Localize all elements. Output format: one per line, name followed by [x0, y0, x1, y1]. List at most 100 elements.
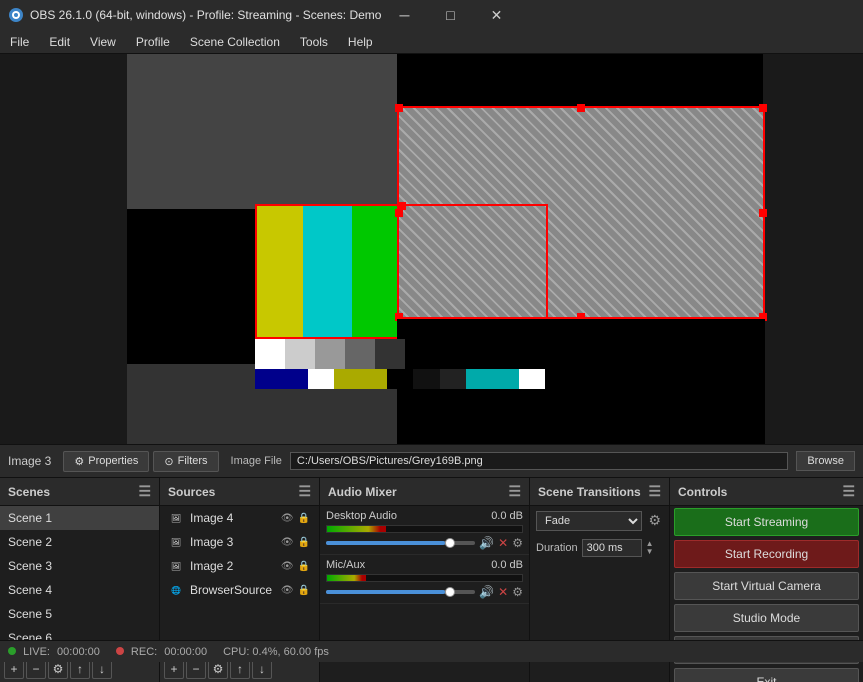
audio-db-value: 0.0 dB: [491, 559, 523, 571]
controls-config-icon[interactable]: ☰: [842, 483, 855, 500]
gear-icon: ⚙: [74, 455, 84, 468]
source-item-image-3[interactable]: 🖼 Image 3 👁🔒: [160, 530, 319, 554]
exit-button[interactable]: Exit: [674, 668, 859, 682]
maximize-button[interactable]: □: [427, 0, 473, 30]
preview-area: [0, 54, 863, 444]
source-item-image-2[interactable]: 🖼 Image 2 👁🔒: [160, 554, 319, 578]
menu-view[interactable]: View: [80, 30, 126, 54]
lock-toggle[interactable]: 🔒: [297, 584, 311, 597]
titlebar: OBS 26.1.0 (64-bit, windows) - Profile: …: [0, 0, 863, 30]
statusbar: LIVE: 00:00:00 REC: 00:00:00 CPU: 0.4%, …: [0, 640, 863, 662]
start-virtual-camera-button[interactable]: Start Virtual Camera: [674, 572, 859, 600]
minimize-button[interactable]: ─: [381, 0, 427, 30]
duration-down-arrow[interactable]: ▼: [646, 548, 654, 556]
audio-volume-slider[interactable]: [326, 541, 475, 545]
audio-meter-fill: [327, 526, 386, 532]
mute-red-icon[interactable]: ✕: [498, 585, 508, 599]
app-icon: [8, 7, 24, 23]
source-toolbar: Image 3 ⚙ Properties ⊙ Filters Image Fil…: [0, 444, 863, 478]
scene-item-3[interactable]: Scene 3: [0, 554, 159, 578]
audio-track-name: Desktop Audio: [326, 510, 397, 522]
audio-track-header: Mic/Aux 0.0 dB: [326, 559, 523, 571]
cpu-info: CPU: 0.4%, 60.00 fps: [223, 646, 329, 658]
rec-indicator: REC: 00:00:00: [116, 646, 207, 658]
menubar: File Edit View Profile Scene Collection …: [0, 30, 863, 54]
duration-row: Duration ▲ ▼: [530, 535, 669, 561]
source-label: BrowserSource: [190, 583, 272, 597]
sources-header: Sources ☰: [160, 478, 319, 506]
scene-item-2[interactable]: Scene 2: [0, 530, 159, 554]
visibility-toggle[interactable]: 👁: [280, 584, 295, 597]
source-item-image-4[interactable]: 🖼 Image 4 👁🔒: [160, 506, 319, 530]
image-icon: 🖼: [168, 558, 184, 574]
scenes-config-icon[interactable]: ☰: [138, 483, 151, 500]
lock-toggle[interactable]: 🔒: [297, 536, 311, 549]
duration-input[interactable]: [582, 539, 642, 557]
close-button[interactable]: ✕: [473, 0, 519, 30]
filter-icon: ⊙: [164, 455, 173, 468]
duration-arrows: ▲ ▼: [646, 540, 654, 556]
audio-track-settings[interactable]: ⚙: [512, 585, 523, 599]
audio-controls: 🔊 ✕ ⚙: [326, 585, 523, 599]
mute-button[interactable]: 🔊: [479, 585, 494, 599]
transition-settings-icon[interactable]: ⚙: [646, 510, 663, 531]
visibility-toggle[interactable]: 👁: [280, 536, 295, 549]
browse-button[interactable]: Browse: [796, 451, 855, 471]
image-icon: 🖼: [168, 534, 184, 550]
scene-item-5[interactable]: Scene 5: [0, 602, 159, 626]
audio-controls: 🔊 ✕ ⚙: [326, 536, 523, 550]
lock-toggle[interactable]: 🔒: [297, 512, 311, 525]
filters-button[interactable]: ⊙ Filters: [153, 451, 218, 472]
scene-item-1[interactable]: Scene 1: [0, 506, 159, 530]
source-label: Image 3: [190, 535, 233, 549]
audio-volume-slider[interactable]: [326, 590, 475, 594]
menu-profile[interactable]: Profile: [126, 30, 180, 54]
rec-dot: [116, 647, 124, 655]
source-label: Image 2: [190, 559, 233, 573]
browser-icon: 🌐: [168, 582, 184, 598]
visibility-toggle[interactable]: 👁: [280, 512, 295, 525]
scenes-header: Scenes ☰: [0, 478, 159, 506]
transition-select-row: Fade Cut Swipe Slide Stinger ⚙: [530, 506, 669, 535]
menu-edit[interactable]: Edit: [39, 30, 80, 54]
transitions-header: Scene Transitions ☰: [530, 478, 669, 506]
source-label: Image 4: [190, 511, 233, 525]
live-dot: [8, 647, 16, 655]
sources-list: 🖼Image 4👁🔒🖼Image 3👁🔒🖼Image 2👁🔒🌐BrowserSo…: [160, 506, 319, 654]
image-file-path-input[interactable]: [290, 452, 788, 470]
audio-db-value: 0.0 dB: [491, 510, 523, 522]
current-source-label: Image 3: [8, 454, 51, 468]
live-indicator: LIVE: 00:00:00: [8, 646, 100, 658]
audio-track-header: Desktop Audio 0.0 dB: [326, 510, 523, 522]
audio-meter-fill: [327, 575, 366, 581]
mute-red-icon[interactable]: ✕: [498, 536, 508, 550]
start-recording-button[interactable]: Start Recording: [674, 540, 859, 568]
menu-help[interactable]: Help: [338, 30, 383, 54]
audio-track-name: Mic/Aux: [326, 559, 365, 571]
audio-track-1: Mic/Aux 0.0 dB 🔊 ✕ ⚙: [320, 555, 529, 604]
audio-meter: [326, 574, 523, 582]
image-icon: 🖼: [168, 510, 184, 526]
transition-select[interactable]: Fade Cut Swipe Slide Stinger: [536, 511, 642, 531]
menu-scene-collection[interactable]: Scene Collection: [180, 30, 290, 54]
visibility-toggle[interactable]: 👁: [280, 560, 295, 573]
controls-header: Controls ☰: [670, 478, 863, 506]
mute-button[interactable]: 🔊: [479, 536, 494, 550]
properties-button[interactable]: ⚙ Properties: [63, 451, 149, 472]
scenes-list: Scene 1Scene 2Scene 3Scene 4Scene 5Scene…: [0, 506, 159, 654]
source-item-browsersource[interactable]: 🌐 BrowserSource 👁🔒: [160, 578, 319, 602]
audio-config-icon[interactable]: ☰: [508, 483, 521, 500]
audio-mixer-header: Audio Mixer ☰: [320, 478, 529, 506]
sources-config-icon[interactable]: ☰: [298, 483, 311, 500]
scene-item-4[interactable]: Scene 4: [0, 578, 159, 602]
start-streaming-button[interactable]: Start Streaming: [674, 508, 859, 536]
studio-mode-button[interactable]: Studio Mode: [674, 604, 859, 632]
audio-track-0: Desktop Audio 0.0 dB 🔊 ✕ ⚙: [320, 506, 529, 555]
menu-file[interactable]: File: [0, 30, 39, 54]
transitions-config-icon[interactable]: ☰: [648, 483, 661, 500]
lock-toggle[interactable]: 🔒: [297, 560, 311, 573]
window-title: OBS 26.1.0 (64-bit, windows) - Profile: …: [30, 8, 381, 22]
menu-tools[interactable]: Tools: [290, 30, 338, 54]
audio-meter: [326, 525, 523, 533]
audio-track-settings[interactable]: ⚙: [512, 536, 523, 550]
